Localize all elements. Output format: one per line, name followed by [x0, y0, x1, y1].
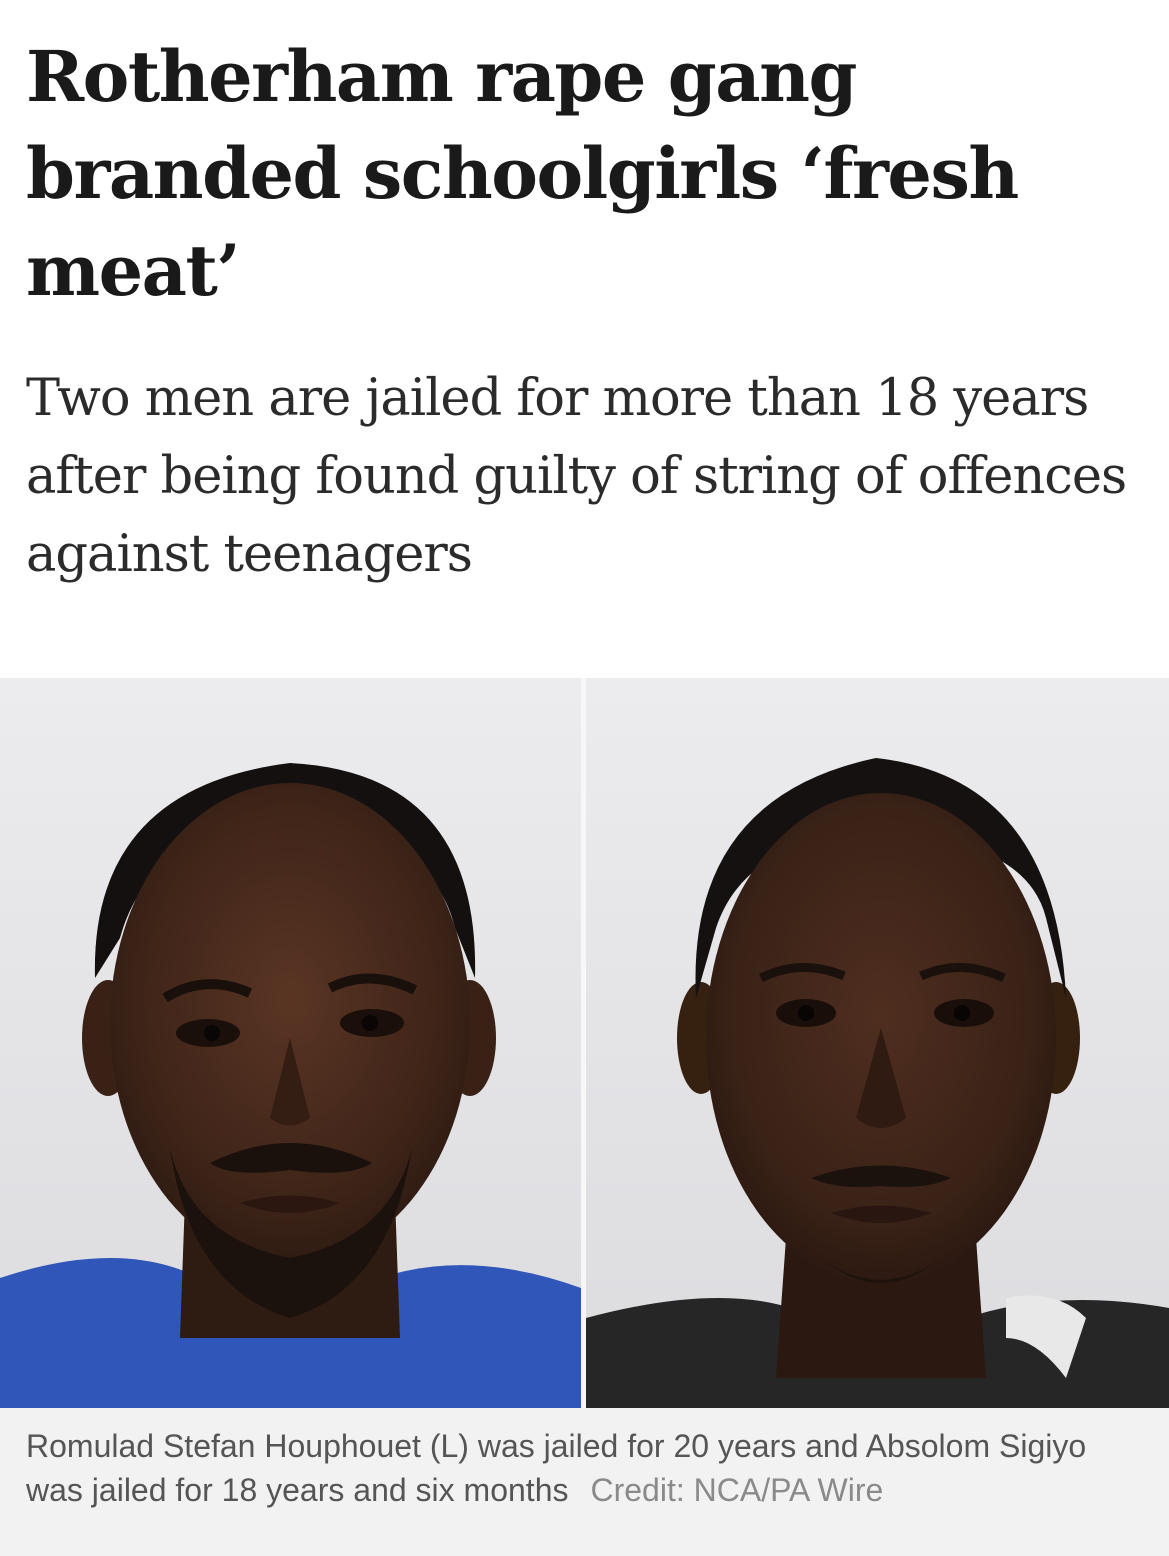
article: Rotherham rape gang branded schoolgirls …	[0, 0, 1169, 1556]
article-image	[0, 678, 1169, 1408]
custody-photo-left	[0, 678, 581, 1408]
caption-description: Romulad Stefan Houphouet (L) was jailed …	[26, 1428, 1087, 1508]
headline: Rotherham rape gang branded schoolgirls …	[26, 35, 1019, 312]
image-caption: Romulad Stefan Houphouet (L) was jailed …	[0, 1408, 1169, 1556]
standfirst: Two men are jailed for more than 18 year…	[26, 369, 1127, 584]
caption-text: Romulad Stefan Houphouet (L) was jailed …	[26, 1424, 1136, 1512]
photo-credit: Credit: NCA/PA Wire	[590, 1472, 884, 1508]
custody-photo-right	[586, 678, 1169, 1408]
